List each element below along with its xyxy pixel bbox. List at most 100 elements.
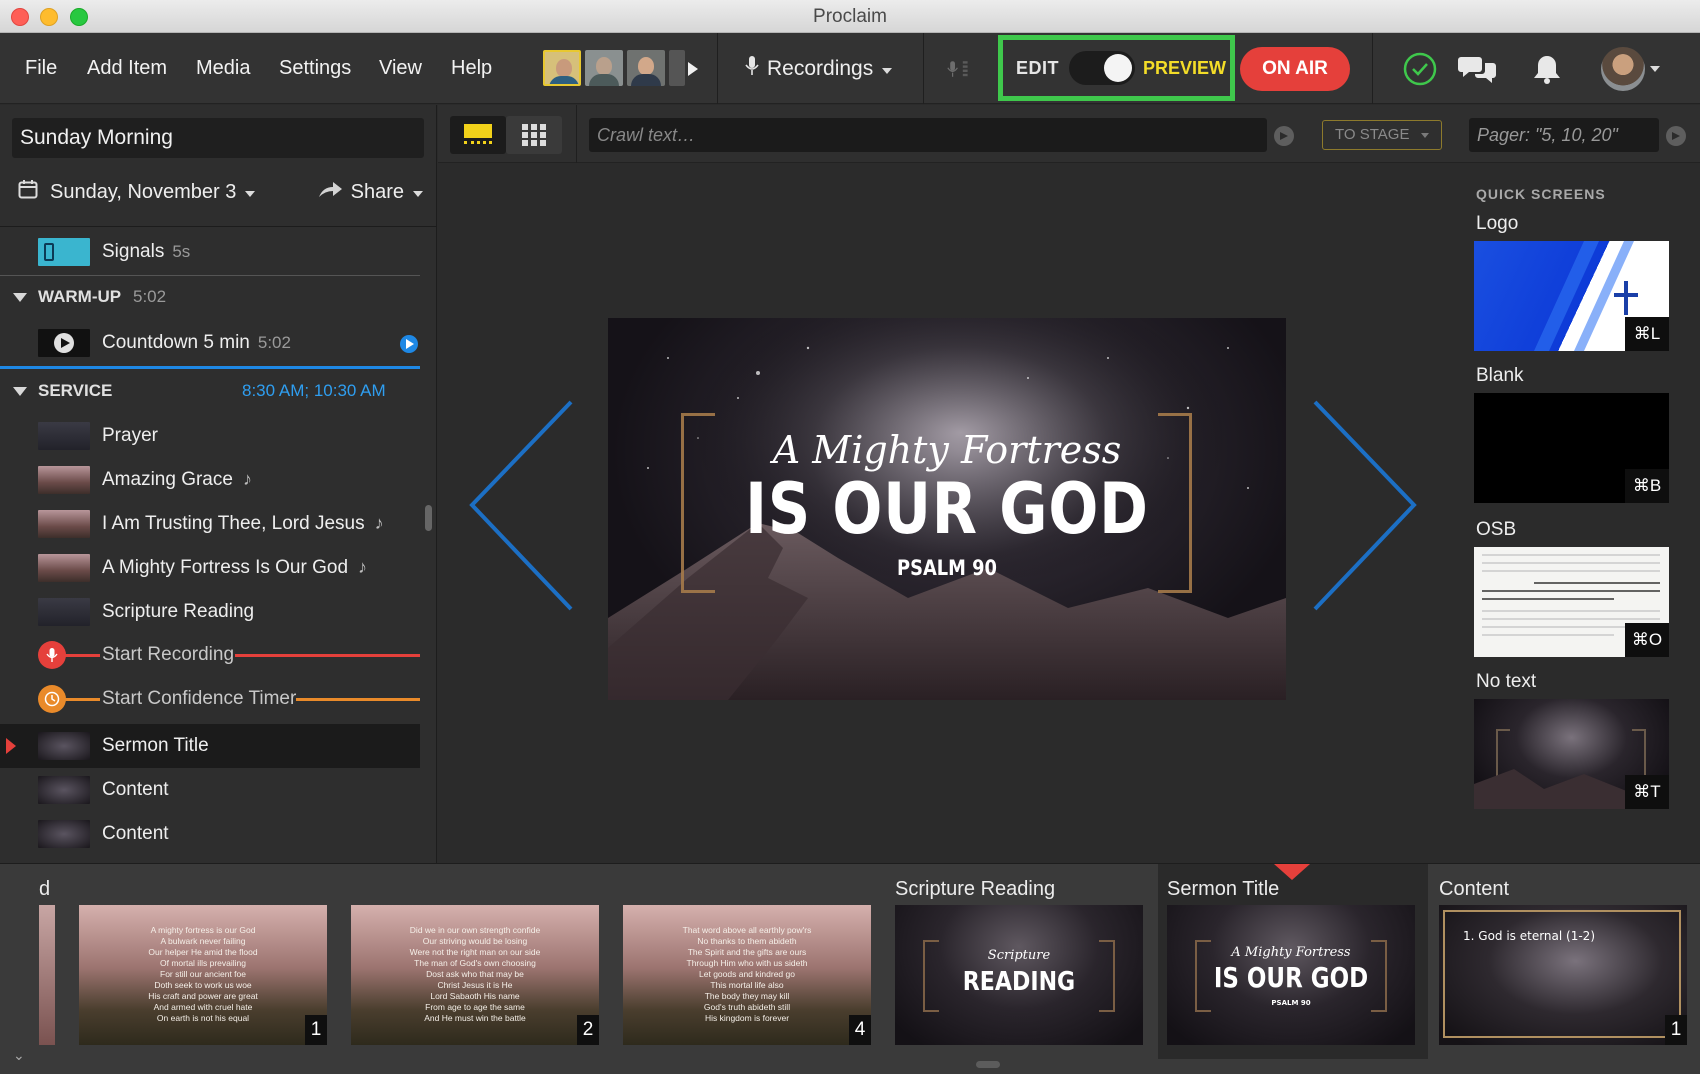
- play-circle-icon[interactable]: [400, 335, 418, 358]
- on-air-button[interactable]: ON AIR: [1240, 47, 1350, 91]
- quick-screens-panel: QUICK SCREENS Logo ⌘L Blank ⌘B OSB ⌘O No…: [1454, 163, 1700, 863]
- warm-up-duration: 5:02: [133, 287, 167, 306]
- sermon-sub-text: PSALM 90: [1271, 999, 1311, 1007]
- menu-settings[interactable]: Settings: [279, 33, 351, 104]
- filmstrip-resize-handle[interactable]: [976, 1061, 1000, 1068]
- calendar-icon: [18, 179, 38, 205]
- play-icon[interactable]: [685, 33, 701, 104]
- camera-feed-4[interactable]: [669, 50, 685, 86]
- blank-shortcut: ⌘B: [1625, 469, 1669, 503]
- grid-view-button[interactable]: [506, 116, 562, 154]
- logo-shortcut: ⌘L: [1625, 317, 1669, 351]
- service-sidebar: Sunday Morning Sunday, November 3 Share …: [0, 105, 437, 863]
- menu-help[interactable]: Help: [451, 33, 492, 104]
- list-item-content-2[interactable]: Content: [0, 812, 420, 856]
- amazing-grace-label: Amazing Grace: [102, 469, 233, 490]
- pager-send-arrow-icon[interactable]: [1666, 126, 1686, 146]
- lyric-line: The body they may kill: [704, 991, 790, 1001]
- signals-duration: 5s: [172, 242, 191, 261]
- service-date-dropdown[interactable]: Sunday, November 3: [50, 181, 236, 204]
- filmstrip-partial-slide[interactable]: [39, 905, 55, 1045]
- selected-marker-icon: [6, 738, 16, 754]
- camera-feed-2[interactable]: [585, 50, 623, 86]
- grid-icon: [522, 124, 546, 146]
- bell-icon[interactable]: [1530, 33, 1564, 104]
- menu-add-item[interactable]: Add Item: [87, 33, 167, 104]
- recordings-label: Recordings: [767, 56, 874, 80]
- scripture-main-text: READING: [962, 967, 1076, 997]
- menu-file[interactable]: File: [25, 33, 57, 104]
- expand-arrow-icon[interactable]: ⌄: [13, 1047, 25, 1064]
- microphone-icon: [38, 641, 66, 669]
- section-service[interactable]: SERVICE 8:30 AM; 10:30 AM: [0, 371, 420, 411]
- sidebar-scrollbar[interactable]: [425, 505, 432, 531]
- list-item-signals[interactable]: Signals 5s: [0, 230, 420, 274]
- lyric-line: On earth is not his equal: [156, 1013, 250, 1023]
- slide-main-title: IS OUR GOD: [745, 468, 1149, 550]
- list-item-start-recording[interactable]: Start Recording: [0, 633, 420, 677]
- list-item-prayer[interactable]: Prayer: [0, 414, 420, 458]
- status-check-icon[interactable]: [1402, 33, 1438, 104]
- next-slide-arrow-icon[interactable]: [1310, 398, 1420, 613]
- crawl-send-arrow-icon[interactable]: [1274, 126, 1294, 146]
- sermon-main-text: IS OUR GOD: [1213, 961, 1369, 994]
- list-item-countdown[interactable]: Countdown 5 min 5:02: [0, 321, 420, 365]
- previous-slide-arrow-icon[interactable]: [466, 398, 576, 613]
- fortress-label: A Mighty Fortress Is Our God: [102, 557, 349, 578]
- no-text-shortcut: ⌘T: [1625, 775, 1669, 809]
- lyric-line: No thanks to them abideth: [697, 936, 797, 946]
- quick-screen-blank[interactable]: ⌘B: [1474, 393, 1669, 503]
- lyric-line: A bulwark never failing: [160, 936, 246, 946]
- to-stage-dropdown[interactable]: TO STAGE: [1322, 120, 1442, 150]
- list-item-amazing-grace[interactable]: Amazing Grace ♪: [0, 458, 420, 502]
- quick-screen-osb[interactable]: ⌘O: [1474, 547, 1669, 657]
- mode-toggle[interactable]: [1069, 51, 1136, 85]
- slide-script-title: A Mighty Fortress: [772, 428, 1122, 472]
- menu-view[interactable]: View: [379, 33, 422, 104]
- window-title: Proclaim: [813, 6, 887, 27]
- filmstrip-slide-lyrics-2[interactable]: Did we in our own strength confide Our st…: [351, 905, 599, 1045]
- music-note-icon: ♪: [374, 513, 384, 533]
- list-item-trusting[interactable]: I Am Trusting Thee, Lord Jesus ♪: [0, 502, 420, 546]
- user-avatar-menu[interactable]: [1600, 33, 1662, 104]
- filmstrip-slide-content[interactable]: 1. God is eternal (1-2) 1: [1439, 905, 1687, 1045]
- list-item-fortress-song[interactable]: A Mighty Fortress Is Our God ♪: [0, 546, 420, 590]
- recordings-dropdown[interactable]: Recordings: [745, 33, 893, 104]
- warm-up-label: WARM-UP: [38, 287, 122, 306]
- chat-icon[interactable]: [1458, 33, 1498, 104]
- list-item-scripture[interactable]: Scripture Reading: [0, 590, 420, 634]
- camera-feed-3[interactable]: [627, 50, 665, 86]
- scripture-thumbnail: [38, 598, 90, 626]
- share-button[interactable]: Share: [351, 181, 404, 204]
- pager-input[interactable]: Pager: "5, 10, 20": [1469, 118, 1659, 152]
- current-slide-preview[interactable]: A Mighty Fortress IS OUR GOD PSALM 90: [608, 318, 1286, 700]
- filmstrip-partial-label: d: [39, 878, 51, 900]
- service-title-field[interactable]: Sunday Morning: [12, 118, 424, 158]
- mic-level-icon: [946, 33, 970, 104]
- amazing-grace-thumbnail: [38, 466, 90, 494]
- slide-number-badge: 1: [305, 1015, 327, 1045]
- filmstrip-slide-sermon-title[interactable]: A Mighty Fortress IS OUR GOD PSALM 90: [1167, 905, 1415, 1045]
- service-times-link[interactable]: 8:30 AM; 10:30 AM: [242, 381, 386, 401]
- menu-media[interactable]: Media: [196, 33, 250, 104]
- crawl-text-input[interactable]: Crawl text…: [589, 118, 1267, 152]
- chevron-down-icon: [244, 181, 256, 204]
- filmstrip-slide-scripture[interactable]: Scripture READING: [895, 905, 1143, 1045]
- filmstrip-slide-lyrics-1[interactable]: A mighty fortress is our God A bulwark ne…: [79, 905, 327, 1045]
- scripture-script-text: Scripture: [987, 948, 1051, 963]
- single-view-button[interactable]: [450, 116, 506, 154]
- collapse-triangle-icon[interactable]: [13, 386, 27, 396]
- filmstrip-slide-lyrics-3[interactable]: That word above all earthly pow'rs No tha…: [623, 905, 871, 1045]
- list-item-sermon-title[interactable]: Sermon Title: [0, 724, 420, 768]
- collapse-triangle-icon[interactable]: [13, 292, 27, 302]
- slide-number-badge: 4: [849, 1015, 871, 1045]
- camera-feed-1[interactable]: [543, 50, 581, 86]
- active-slide-marker-icon: [1274, 864, 1310, 880]
- section-warm-up[interactable]: WARM-UP 5:02: [0, 277, 420, 317]
- lyric-line: Of mortal ills prevailing: [160, 958, 246, 968]
- quick-screen-no-text[interactable]: ⌘T: [1474, 699, 1669, 809]
- list-item-confidence-timer[interactable]: Start Confidence Timer: [0, 677, 420, 721]
- edit-preview-switch[interactable]: EDIT PREVIEW: [998, 35, 1235, 101]
- quick-screen-logo[interactable]: ⌘L: [1474, 241, 1669, 351]
- list-item-content-1[interactable]: Content: [0, 768, 420, 812]
